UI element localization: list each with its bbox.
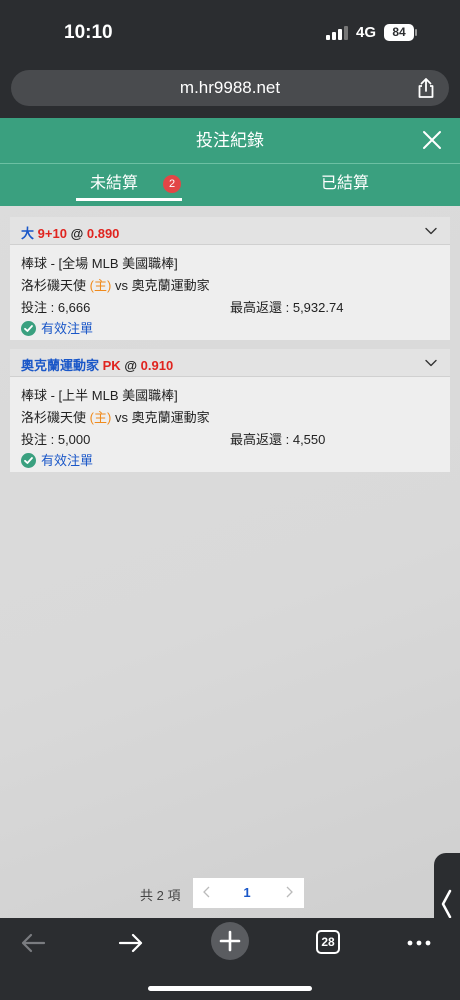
browser-toolbar: 28 <box>0 918 460 1000</box>
bet-handicap: 9+10 <box>37 226 67 241</box>
share-icon[interactable] <box>415 77 437 99</box>
tab-settled[interactable]: 已結算 <box>230 164 460 206</box>
bet-card-header[interactable]: 奧克蘭運動家 PK @ 0.910 <box>10 349 450 377</box>
bet-stake: 投注 : 5,000 <box>21 432 91 447</box>
bet-at-sign: @ <box>70 226 84 241</box>
tab-unsettled[interactable]: 未結算 2 <box>0 164 230 206</box>
chevron-down-icon[interactable] <box>424 224 438 238</box>
chevron-left-icon <box>441 889 452 919</box>
more-icon[interactable] <box>404 928 434 958</box>
status-bar: 10:10 4G 84 <box>0 0 460 64</box>
bet-match: 洛杉磯天使 (主) vs 奧克蘭運動家 <box>21 407 210 426</box>
bet-card-header[interactable]: 大 9+10 @ 0.890 <box>10 217 450 245</box>
home-indicator <box>148 986 312 991</box>
pagination-total: 共 2 項 <box>140 888 181 903</box>
pagination: 共 2 項 1 <box>0 878 460 908</box>
tab-settled-label: 已結算 <box>320 175 369 192</box>
bet-league: 棒球 - [全場 MLB 美國職棒] <box>21 256 178 271</box>
bet-max-return: 最高返還 : 4,550 <box>230 432 326 447</box>
address-bar[interactable]: m.hr9988.net <box>11 70 449 106</box>
chevron-right-icon[interactable] <box>283 885 295 899</box>
close-icon[interactable] <box>422 130 442 150</box>
page-header: 投注紀錄 <box>0 118 460 163</box>
bet-match: 洛杉磯天使 (主) vs 奧克蘭運動家 <box>21 275 210 294</box>
check-circle-icon <box>21 321 36 336</box>
signal-icon <box>326 26 348 40</box>
battery-icon: 84 <box>384 24 414 41</box>
bet-odds: 0.890 <box>86 226 120 241</box>
unsettled-count-badge: 2 <box>163 175 181 193</box>
bet-at-sign: @ <box>124 358 138 373</box>
bet-tabs: 未結算 2 已結算 <box>0 163 460 206</box>
network-type: 4G <box>356 24 377 41</box>
page-title: 投注紀錄 <box>196 131 264 150</box>
bet-stake: 投注 : 6,666 <box>21 300 91 315</box>
home-tag: (主) <box>89 278 112 293</box>
bet-selection: 奧克蘭運動家 <box>21 358 100 373</box>
bet-status: 有效注單 <box>21 450 93 469</box>
page-content: 投注紀錄 未結算 2 已結算 大 9+10 @ 0.890 棒球 - [全場 M… <box>0 118 460 918</box>
bet-selection-line: 奧克蘭運動家 PK @ 0.910 <box>21 355 173 374</box>
bet-selection-line: 大 9+10 @ 0.890 <box>21 223 119 242</box>
chevron-down-icon[interactable] <box>424 356 438 370</box>
status-time: 10:10 <box>64 22 113 43</box>
check-circle-icon <box>21 453 36 468</box>
away-team: 奧克蘭運動家 <box>131 410 210 425</box>
current-page-button[interactable]: 1 <box>237 885 257 900</box>
vs-label: vs <box>114 410 128 425</box>
new-tab-button[interactable] <box>211 922 249 960</box>
bet-card: 奧克蘭運動家 PK @ 0.910 棒球 - [上半 MLB 美國職棒] 洛杉磯… <box>10 349 450 472</box>
pagination-controls: 1 <box>193 878 304 908</box>
active-tab-underline <box>76 198 182 201</box>
battery-tip <box>415 29 417 36</box>
url-text: m.hr9988.net <box>179 78 281 97</box>
bet-selection: 大 <box>21 226 35 241</box>
bet-status-label: 有效注單 <box>41 453 94 468</box>
home-team: 洛杉磯天使 <box>21 410 87 425</box>
bet-odds: 0.910 <box>140 358 174 373</box>
away-team: 奧克蘭運動家 <box>131 278 210 293</box>
chevron-left-icon[interactable] <box>201 885 213 899</box>
bet-handicap: PK <box>102 358 121 373</box>
bet-status: 有效注單 <box>21 318 93 337</box>
plus-icon <box>219 930 241 952</box>
bet-status-label: 有效注單 <box>41 321 94 336</box>
vs-label: vs <box>114 278 128 293</box>
bet-max-return: 最高返還 : 5,932.74 <box>230 300 344 315</box>
bet-card: 大 9+10 @ 0.890 棒球 - [全場 MLB 美國職棒] 洛杉磯天使 … <box>10 217 450 340</box>
forward-arrow-icon[interactable] <box>116 928 146 958</box>
bet-league: 棒球 - [上半 MLB 美國職棒] <box>21 388 178 403</box>
home-team: 洛杉磯天使 <box>21 278 87 293</box>
back-arrow-icon[interactable] <box>18 928 48 958</box>
home-tag: (主) <box>89 410 112 425</box>
tabs-count-button[interactable]: 28 <box>316 930 340 954</box>
